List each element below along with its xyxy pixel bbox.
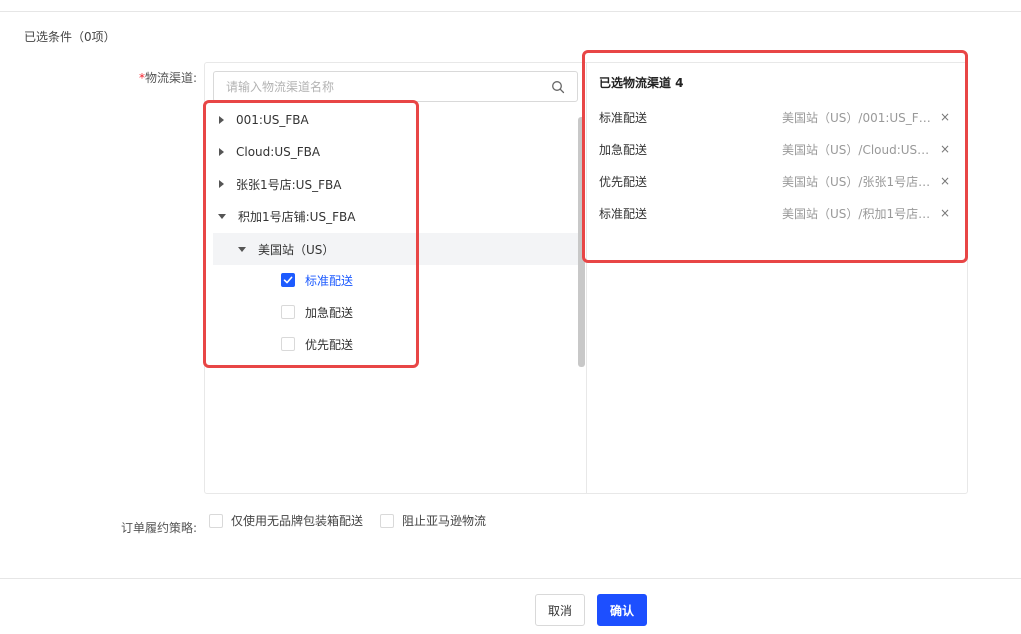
selected-item: 优先配送 美国站（US）/张张1号店:US_FBA × (599, 171, 951, 191)
selected-channels-title: 已选物流渠道 4 (599, 76, 684, 90)
channel-field-label: *物流渠道: (110, 69, 197, 86)
tree-option-express[interactable]: 加急配送 (281, 296, 401, 328)
tree-node-label: 张张1号店:US_FBA (236, 177, 342, 192)
channel-label-text: 物流渠道: (144, 71, 197, 85)
remove-icon[interactable]: × (939, 206, 951, 220)
selected-item-name: 标准配送 (599, 206, 648, 221)
selected-item: 标准配送 美国站（US）/积加1号店铺:US_FBA × (599, 203, 951, 223)
caret-right-icon[interactable] (219, 148, 224, 156)
strategy-option-label: 阻止亚马逊物流 (402, 514, 487, 528)
tree-scrollbar[interactable] (578, 117, 585, 367)
tree-node-label: Cloud:US_FBA (236, 145, 321, 159)
selected-item-path: 美国站（US）/001:US_FBA (782, 110, 932, 125)
selected-conditions-text: 已选条件（0项） (24, 30, 116, 44)
confirm-button[interactable]: 确认 (597, 594, 647, 626)
channel-search-input[interactable] (214, 72, 544, 101)
checkmark-icon (283, 276, 293, 284)
strategy-option-block-amazon[interactable]: 阻止亚马逊物流 (380, 512, 486, 529)
selected-item-name: 标准配送 (599, 110, 648, 125)
tree-node-label: 001:US_FBA (236, 113, 309, 127)
caret-right-icon[interactable] (219, 116, 224, 124)
selected-item: 标准配送 美国站（US）/001:US_FBA × (599, 107, 951, 127)
option-label: 优先配送 (305, 337, 354, 352)
top-divider (0, 11, 1021, 12)
tree-option-priority[interactable]: 优先配送 (281, 328, 401, 360)
footer-divider (0, 578, 1021, 579)
strategy-option-label: 仅使用无品牌包装箱配送 (231, 514, 364, 528)
tree-node-cloud-us-fba[interactable]: Cloud:US_FBA (219, 136, 409, 168)
remove-icon[interactable]: × (939, 174, 951, 188)
tree-node-label: 美国站（US） (258, 242, 335, 257)
tree-node-001-us-fba[interactable]: 001:US_FBA (219, 104, 409, 136)
tree-option-standard[interactable]: 标准配送 (281, 264, 401, 296)
option-label: 标准配送 (305, 273, 354, 288)
selected-item-name: 加急配送 (599, 142, 648, 157)
selected-item-path: 美国站（US）/张张1号店:US_FBA (782, 174, 932, 189)
checkbox[interactable] (209, 513, 223, 528)
tree-node-label: 积加1号店铺:US_FBA (238, 209, 356, 224)
strategy-label: 订单履约策略: (120, 521, 197, 535)
caret-down-icon[interactable] (218, 213, 226, 219)
tree-node-jijia-store[interactable]: 积加1号店铺:US_FBA (218, 200, 408, 232)
remove-icon[interactable]: × (939, 142, 951, 156)
cancel-button[interactable]: 取消 (535, 594, 585, 626)
panel-divider (586, 63, 587, 493)
option-label: 加急配送 (305, 305, 354, 320)
selected-item-path: 美国站（US）/Cloud:US_FBA (782, 142, 932, 157)
selected-item-path: 美国站（US）/积加1号店铺:US_FBA (782, 206, 932, 221)
caret-down-icon[interactable] (238, 246, 246, 252)
tree-node-zhangzhang-store[interactable]: 张张1号店:US_FBA (219, 168, 409, 200)
caret-right-icon[interactable] (219, 180, 224, 188)
channel-search-box (213, 71, 578, 102)
selected-item: 加急配送 美国站（US）/Cloud:US_FBA × (599, 139, 951, 159)
checkbox[interactable] (281, 305, 295, 319)
checkbox-checked[interactable] (281, 273, 295, 287)
tree-node-us-site[interactable]: 美国站（US） (213, 233, 578, 265)
strategy-option-unbranded[interactable]: 仅使用无品牌包装箱配送 (209, 512, 363, 529)
search-icon[interactable] (551, 80, 565, 94)
checkbox[interactable] (281, 337, 295, 351)
selected-item-name: 优先配送 (599, 174, 648, 189)
remove-icon[interactable]: × (939, 110, 951, 124)
checkbox[interactable] (380, 513, 394, 528)
